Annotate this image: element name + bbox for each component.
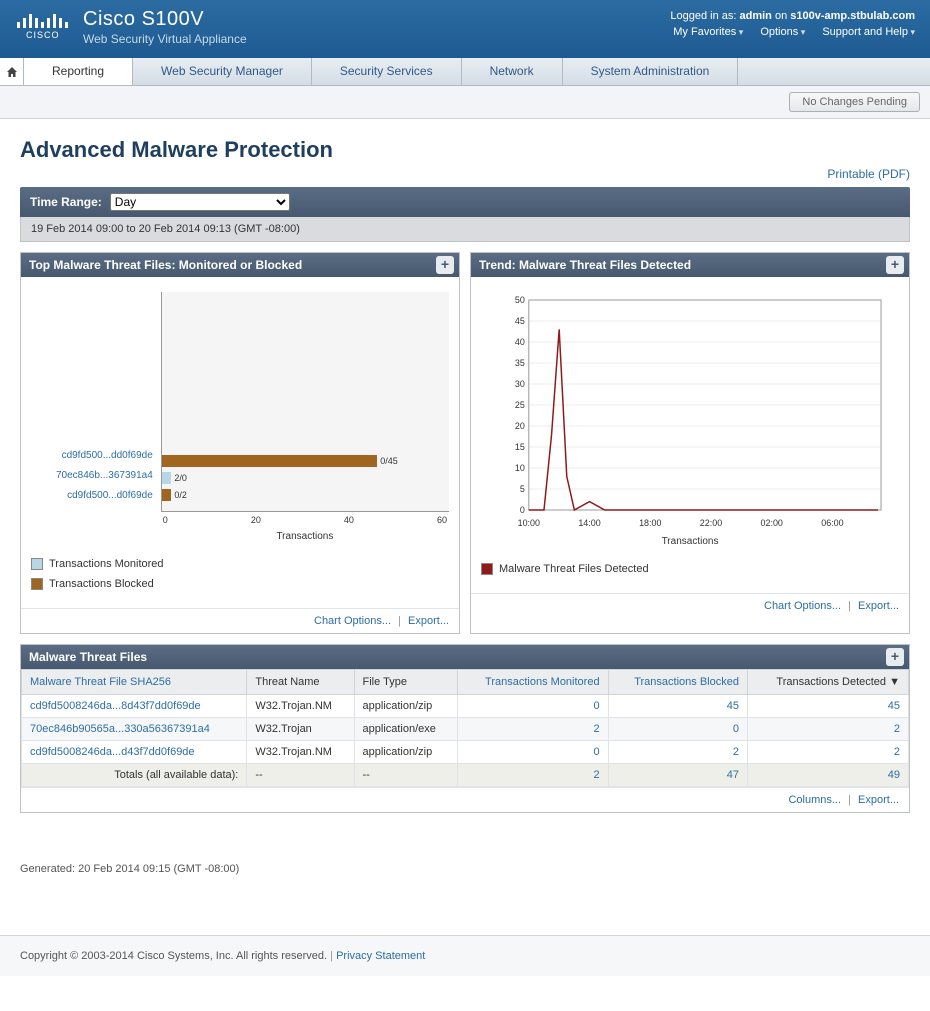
svg-text:06:00: 06:00 xyxy=(821,518,843,528)
svg-text:20: 20 xyxy=(515,421,525,431)
svg-text:45: 45 xyxy=(515,316,525,326)
svg-text:15: 15 xyxy=(515,442,525,452)
my-favorites-menu[interactable]: My Favorites xyxy=(673,26,743,38)
legend-blocked-swatch xyxy=(31,578,43,590)
export-left[interactable]: Export... xyxy=(408,615,449,627)
svg-text:CISCO: CISCO xyxy=(26,30,60,40)
options-menu[interactable]: Options xyxy=(760,26,805,38)
time-range-label: Time Range: xyxy=(30,195,102,209)
export-right[interactable]: Export... xyxy=(858,600,899,612)
svg-text:30: 30 xyxy=(515,379,525,389)
legend-trend-swatch xyxy=(481,563,493,575)
th-monitored[interactable]: Transactions Monitored xyxy=(457,670,608,695)
generated-timestamp: Generated: 20 Feb 2014 09:15 (GMT -08:00… xyxy=(20,863,910,875)
product-subtitle: Web Security Virtual Appliance xyxy=(83,32,247,46)
table-row: cd9fd5008246da...8d43f7dd0f69de W32.Troj… xyxy=(22,695,909,718)
hbar-label[interactable]: cd9fd500...dd0f69de xyxy=(56,446,153,466)
th-blocked[interactable]: Transactions Blocked xyxy=(608,670,747,695)
table-row: cd9fd5008246da...d43f7dd0f69de W32.Troja… xyxy=(22,741,909,764)
chart-options-right[interactable]: Chart Options... xyxy=(764,600,841,612)
svg-text:18:00: 18:00 xyxy=(639,518,661,528)
panel-left-title: Top Malware Threat Files: Monitored or B… xyxy=(29,258,302,272)
svg-text:22:00: 22:00 xyxy=(700,518,722,528)
hbar-label[interactable]: 70ec846b...367391a4 xyxy=(56,466,153,486)
sha-link[interactable]: 70ec846b90565a...330a56367391a4 xyxy=(30,723,210,735)
svg-text:10:00: 10:00 xyxy=(518,518,540,528)
th-file-type[interactable]: File Type xyxy=(354,670,457,695)
totals-row: Totals (all available data):---- 2 47 49 xyxy=(22,764,909,787)
th-sha256[interactable]: Malware Threat File SHA256 xyxy=(22,670,247,695)
panel-threat-files-table: Malware Threat Files + Malware Threat Fi… xyxy=(20,644,910,813)
sha-link[interactable]: cd9fd5008246da...8d43f7dd0f69de xyxy=(30,700,201,712)
panel-right-title: Trend: Malware Threat Files Detected xyxy=(479,258,691,272)
panel-trend: Trend: Malware Threat Files Detected + 0… xyxy=(470,252,910,634)
changes-bar: No Changes Pending xyxy=(0,86,930,119)
table-row: 70ec846b90565a...330a56367391a4 W32.Troj… xyxy=(22,718,909,741)
login-prefix: Logged in as: xyxy=(670,10,736,22)
time-range-select[interactable]: Day xyxy=(110,193,290,211)
product-name: Cisco S100V xyxy=(83,8,247,31)
svg-text:5: 5 xyxy=(520,484,525,494)
svg-text:02:00: 02:00 xyxy=(761,518,783,528)
hbar-row: 0/45 xyxy=(162,454,449,468)
sha-link[interactable]: cd9fd5008246da...d43f7dd0f69de xyxy=(30,746,195,758)
panel-right-add-icon[interactable]: + xyxy=(886,256,904,274)
nav-web-security-manager[interactable]: Web Security Manager xyxy=(133,58,312,85)
support-help-menu[interactable]: Support and Help xyxy=(822,26,915,38)
app-header: CISCO Cisco S100V Web Security Virtual A… xyxy=(0,0,930,58)
login-host: s100v-amp.stbulab.com xyxy=(790,10,915,22)
legend-trend: Malware Threat Files Detected xyxy=(499,563,649,575)
chart-options-left[interactable]: Chart Options... xyxy=(314,615,391,627)
printable-pdf-link[interactable]: Printable (PDF) xyxy=(827,167,910,181)
svg-text:14:00: 14:00 xyxy=(578,518,600,528)
hbar-row: 2/0 xyxy=(162,471,449,485)
legend-monitored: Transactions Monitored xyxy=(49,558,164,570)
nav-security-services[interactable]: Security Services xyxy=(312,58,462,85)
cisco-logo-icon: CISCO xyxy=(15,10,71,43)
panel-left-add-icon[interactable]: + xyxy=(436,256,454,274)
nav-reporting[interactable]: Reporting xyxy=(24,58,133,85)
columns-link[interactable]: Columns... xyxy=(788,794,841,806)
login-user: admin xyxy=(740,10,772,22)
hbar-row: 0/2 xyxy=(162,488,449,502)
nav-system-administration[interactable]: System Administration xyxy=(563,58,739,85)
svg-text:35: 35 xyxy=(515,358,525,368)
time-range-bar: Time Range: Day xyxy=(20,187,910,217)
legend-blocked: Transactions Blocked xyxy=(49,578,154,590)
hbar-label[interactable]: cd9fd500...d0f69de xyxy=(56,486,153,506)
trend-chart: 0 5 10 15 20 25 30 35 40 45 50 10:00 14:00 18:00 22:00… xyxy=(491,292,889,532)
svg-text:25: 25 xyxy=(515,400,525,410)
panel-table-add-icon[interactable]: + xyxy=(886,648,904,666)
pending-changes-button[interactable]: No Changes Pending xyxy=(789,92,920,112)
privacy-link[interactable]: Privacy Statement xyxy=(336,950,425,962)
page-footer: Copyright © 2003-2014 Cisco Systems, Inc… xyxy=(0,935,930,976)
nav-network[interactable]: Network xyxy=(462,58,563,85)
panel-top-threat-files: Top Malware Threat Files: Monitored or B… xyxy=(20,252,460,634)
th-threat-name[interactable]: Threat Name xyxy=(247,670,354,695)
svg-text:50: 50 xyxy=(515,295,525,305)
svg-text:40: 40 xyxy=(515,337,525,347)
svg-text:0: 0 xyxy=(520,505,525,515)
main-nav: Reporting Web Security Manager Security … xyxy=(0,58,930,86)
th-detected[interactable]: Transactions Detected ▼ xyxy=(747,670,908,695)
time-range-desc: 19 Feb 2014 09:00 to 20 Feb 2014 09:13 (… xyxy=(20,217,910,242)
svg-text:10: 10 xyxy=(515,463,525,473)
threat-files-table: Malware Threat File SHA256 Threat Name F… xyxy=(21,669,909,787)
table-title: Malware Threat Files xyxy=(29,650,147,664)
legend-monitored-swatch xyxy=(31,558,43,570)
export-table[interactable]: Export... xyxy=(858,794,899,806)
top-threat-chart: cd9fd500...dd0f69de70ec846b...367391a4cd… xyxy=(31,292,449,590)
header-user-area: Logged in as: admin on s100v-amp.stbulab… xyxy=(659,10,915,38)
page-title: Advanced Malware Protection xyxy=(20,137,910,163)
home-icon[interactable] xyxy=(0,58,24,85)
